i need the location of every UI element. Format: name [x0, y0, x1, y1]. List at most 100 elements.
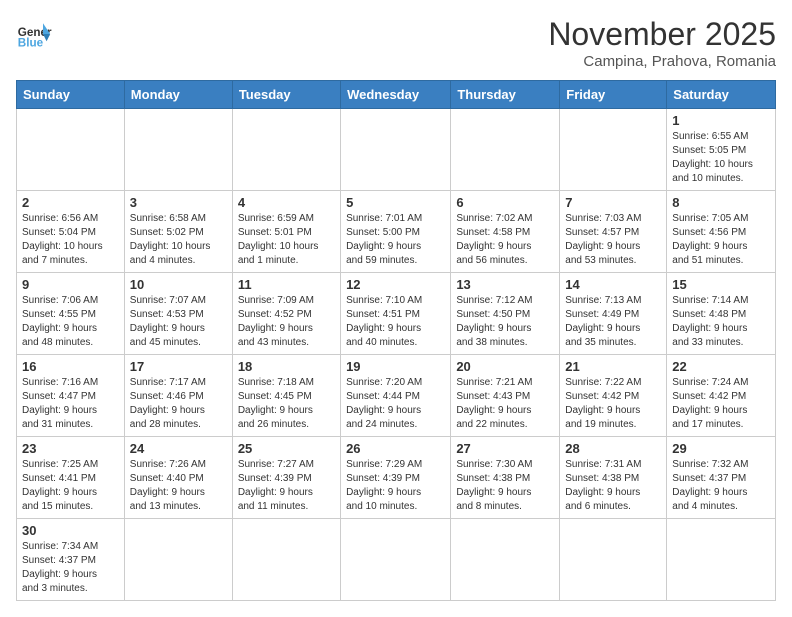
calendar-cell: 3 Sunrise: 6:58 AM Sunset: 5:02 PM Daylig…: [124, 191, 232, 273]
month-title: November 2025: [548, 16, 776, 53]
week-row-5: 23 Sunrise: 7:25 AM Sunset: 4:41 PM Dayli…: [17, 437, 776, 519]
calendar-cell: 12 Sunrise: 7:10 AM Sunset: 4:51 PM Dayli…: [341, 273, 451, 355]
day-number: 7: [565, 195, 661, 210]
calendar-cell: 23 Sunrise: 7:25 AM Sunset: 4:41 PM Dayli…: [17, 437, 125, 519]
weekday-header-sunday: Sunday: [17, 81, 125, 109]
calendar-cell: [451, 109, 560, 191]
calendar-cell: [232, 109, 340, 191]
day-info: Sunrise: 7:13 AM Sunset: 4:49 PM Dayligh…: [565, 294, 661, 350]
day-info: Sunrise: 7:09 AM Sunset: 4:52 PM Dayligh…: [238, 294, 335, 350]
week-row-2: 2Sunrise: 6:56 AM Sunset: 5:04 PM Daylig…: [17, 191, 776, 273]
calendar-cell: 16Sunrise: 7:16 AM Sunset: 4:47 PM Dayli…: [17, 355, 125, 437]
calendar-table: SundayMondayTuesdayWednesdayThursdayFrid…: [16, 80, 776, 601]
day-number: 22: [672, 359, 770, 374]
day-info: Sunrise: 7:21 AM Sunset: 4:43 PM Dayligh…: [456, 376, 554, 432]
page-header: General Blue November 2025 Campina, Prah…: [16, 16, 776, 70]
day-number: 4: [238, 195, 335, 210]
calendar-cell: 28Sunrise: 7:31 AM Sunset: 4:38 PM Dayli…: [560, 437, 667, 519]
calendar-cell: 30 Sunrise: 7:34 AM Sunset: 4:37 PM Dayli…: [17, 519, 125, 601]
week-row-6: 30 Sunrise: 7:34 AM Sunset: 4:37 PM Dayli…: [17, 519, 776, 601]
day-info: Sunrise: 7:01 AM Sunset: 5:00 PM Dayligh…: [346, 212, 445, 268]
day-number: 29: [672, 441, 770, 456]
calendar-cell: 27Sunrise: 7:30 AM Sunset: 4:38 PM Dayli…: [451, 437, 560, 519]
day-info: Sunrise: 7:25 AM Sunset: 4:41 PM Dayligh…: [22, 458, 119, 514]
day-number: 17: [130, 359, 227, 374]
weekday-header-thursday: Thursday: [451, 81, 560, 109]
calendar-cell: 24Sunrise: 7:26 AM Sunset: 4:40 PM Dayli…: [124, 437, 232, 519]
calendar-cell: 1 Sunrise: 6:55 AM Sunset: 5:05 PM Daylig…: [667, 109, 776, 191]
calendar-cell: 11 Sunrise: 7:09 AM Sunset: 4:52 PM Dayli…: [232, 273, 340, 355]
calendar-cell: [560, 519, 667, 601]
week-row-4: 16Sunrise: 7:16 AM Sunset: 4:47 PM Dayli…: [17, 355, 776, 437]
calendar-cell: 7 Sunrise: 7:03 AM Sunset: 4:57 PM Daylig…: [560, 191, 667, 273]
week-row-3: 9Sunrise: 7:06 AM Sunset: 4:55 PM Daylig…: [17, 273, 776, 355]
day-number: 24: [130, 441, 227, 456]
calendar-cell: 4 Sunrise: 6:59 AM Sunset: 5:01 PM Daylig…: [232, 191, 340, 273]
calendar-cell: 21 Sunrise: 7:22 AM Sunset: 4:42 PM Dayli…: [560, 355, 667, 437]
calendar-cell: 22 Sunrise: 7:24 AM Sunset: 4:42 PM Dayli…: [667, 355, 776, 437]
day-number: 23: [22, 441, 119, 456]
day-info: Sunrise: 6:58 AM Sunset: 5:02 PM Dayligh…: [130, 212, 227, 268]
weekday-header-row: SundayMondayTuesdayWednesdayThursdayFrid…: [17, 81, 776, 109]
day-info: Sunrise: 6:55 AM Sunset: 5:05 PM Dayligh…: [672, 130, 770, 186]
calendar-cell: 2Sunrise: 6:56 AM Sunset: 5:04 PM Daylig…: [17, 191, 125, 273]
logo-icon: General Blue: [16, 16, 52, 52]
day-number: 8: [672, 195, 770, 210]
day-info: Sunrise: 7:07 AM Sunset: 4:53 PM Dayligh…: [130, 294, 227, 350]
day-info: Sunrise: 7:10 AM Sunset: 4:51 PM Dayligh…: [346, 294, 445, 350]
day-number: 12: [346, 277, 445, 292]
calendar-cell: 18Sunrise: 7:18 AM Sunset: 4:45 PM Dayli…: [232, 355, 340, 437]
day-info: Sunrise: 7:03 AM Sunset: 4:57 PM Dayligh…: [565, 212, 661, 268]
day-info: Sunrise: 7:22 AM Sunset: 4:42 PM Dayligh…: [565, 376, 661, 432]
calendar-cell: 10 Sunrise: 7:07 AM Sunset: 4:53 PM Dayli…: [124, 273, 232, 355]
day-number: 20: [456, 359, 554, 374]
day-number: 1: [672, 113, 770, 128]
title-block: November 2025 Campina, Prahova, Romania: [548, 16, 776, 70]
calendar-cell: [341, 109, 451, 191]
day-number: 3: [130, 195, 227, 210]
day-number: 14: [565, 277, 661, 292]
day-number: 30: [22, 523, 119, 538]
calendar-cell: 19 Sunrise: 7:20 AM Sunset: 4:44 PM Dayli…: [341, 355, 451, 437]
day-number: 26: [346, 441, 445, 456]
day-info: Sunrise: 7:27 AM Sunset: 4:39 PM Dayligh…: [238, 458, 335, 514]
day-number: 25: [238, 441, 335, 456]
logo: General Blue: [16, 16, 52, 52]
location-subtitle: Campina, Prahova, Romania: [548, 53, 776, 70]
calendar-cell: 17Sunrise: 7:17 AM Sunset: 4:46 PM Dayli…: [124, 355, 232, 437]
day-number: 10: [130, 277, 227, 292]
day-info: Sunrise: 7:20 AM Sunset: 4:44 PM Dayligh…: [346, 376, 445, 432]
weekday-header-friday: Friday: [560, 81, 667, 109]
calendar-cell: [451, 519, 560, 601]
weekday-header-tuesday: Tuesday: [232, 81, 340, 109]
day-number: 16: [22, 359, 119, 374]
day-number: 9: [22, 277, 119, 292]
calendar-cell: 26 Sunrise: 7:29 AM Sunset: 4:39 PM Dayli…: [341, 437, 451, 519]
day-info: Sunrise: 7:14 AM Sunset: 4:48 PM Dayligh…: [672, 294, 770, 350]
day-number: 6: [456, 195, 554, 210]
day-number: 19: [346, 359, 445, 374]
calendar-cell: 5 Sunrise: 7:01 AM Sunset: 5:00 PM Daylig…: [341, 191, 451, 273]
calendar-cell: 13Sunrise: 7:12 AM Sunset: 4:50 PM Dayli…: [451, 273, 560, 355]
calendar-cell: 9Sunrise: 7:06 AM Sunset: 4:55 PM Daylig…: [17, 273, 125, 355]
day-number: 21: [565, 359, 661, 374]
day-info: Sunrise: 7:29 AM Sunset: 4:39 PM Dayligh…: [346, 458, 445, 514]
week-row-1: 1 Sunrise: 6:55 AM Sunset: 5:05 PM Daylig…: [17, 109, 776, 191]
calendar-cell: 8Sunrise: 7:05 AM Sunset: 4:56 PM Daylig…: [667, 191, 776, 273]
calendar-cell: [232, 519, 340, 601]
day-number: 5: [346, 195, 445, 210]
day-info: Sunrise: 7:34 AM Sunset: 4:37 PM Dayligh…: [22, 540, 119, 596]
day-info: Sunrise: 7:24 AM Sunset: 4:42 PM Dayligh…: [672, 376, 770, 432]
day-number: 11: [238, 277, 335, 292]
day-info: Sunrise: 7:18 AM Sunset: 4:45 PM Dayligh…: [238, 376, 335, 432]
weekday-header-monday: Monday: [124, 81, 232, 109]
calendar-cell: [341, 519, 451, 601]
calendar-cell: 29Sunrise: 7:32 AM Sunset: 4:37 PM Dayli…: [667, 437, 776, 519]
calendar-cell: 25 Sunrise: 7:27 AM Sunset: 4:39 PM Dayli…: [232, 437, 340, 519]
day-number: 28: [565, 441, 661, 456]
calendar-cell: 14 Sunrise: 7:13 AM Sunset: 4:49 PM Dayli…: [560, 273, 667, 355]
weekday-header-saturday: Saturday: [667, 81, 776, 109]
day-info: Sunrise: 6:59 AM Sunset: 5:01 PM Dayligh…: [238, 212, 335, 268]
weekday-header-wednesday: Wednesday: [341, 81, 451, 109]
calendar-cell: 15Sunrise: 7:14 AM Sunset: 4:48 PM Dayli…: [667, 273, 776, 355]
